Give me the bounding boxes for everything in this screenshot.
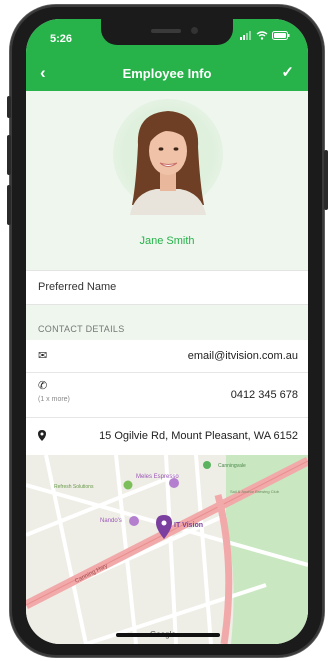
park-marker[interactable] <box>203 461 211 469</box>
app-screen: 5:26 ‹ Employee Info ✓ Jane Smith Prefer… <box>26 19 308 644</box>
map-label-itvision: IT Vision <box>174 522 203 529</box>
mute-switch <box>7 96 11 118</box>
map-label-refresh: Refresh Solutions <box>54 484 94 490</box>
status-time: 5:26 <box>50 33 73 45</box>
map-canvas[interactable]: Meles Espresso Refresh Solutions Nando's… <box>26 455 308 644</box>
envelope-icon: ✉ <box>38 350 48 362</box>
contact-details-heading: CONTACT DETAILS <box>38 324 125 334</box>
volume-up-button <box>7 135 11 175</box>
battery-icon <box>272 31 290 40</box>
home-indicator[interactable] <box>116 633 220 637</box>
status-bar: 5:26 <box>26 19 308 55</box>
address-value[interactable]: 15 Ogilvie Rd, Mount Pleasant, WA 6152 <box>99 430 298 442</box>
phone-value[interactable]: 0412 345 678 <box>231 389 298 401</box>
phone-icon: ✆ <box>38 380 48 392</box>
status-icons <box>240 31 290 40</box>
location-map[interactable]: Meles Espresso Refresh Solutions Nando's… <box>26 455 308 644</box>
location-pin-icon <box>38 430 46 441</box>
map-label-nandos: Nando's <box>100 518 122 524</box>
preferred-name-label: Preferred Name <box>38 281 117 293</box>
volume-down-button <box>7 185 11 225</box>
refresh-marker[interactable] <box>123 480 133 490</box>
phone-more-label[interactable]: (1 x more) <box>38 396 70 403</box>
address-row[interactable]: 15 Ogilvie Rd, Mount Pleasant, WA 6152 <box>26 418 308 456</box>
email-row[interactable]: ✉ email@itvision.com.au <box>26 340 308 373</box>
navbar: ‹ Employee Info ✓ <box>26 55 308 91</box>
phone-row[interactable]: ✆ (1 x more) 0412 345 678 <box>26 373 308 418</box>
email-value[interactable]: email@itvision.com.au <box>188 350 298 362</box>
speaker <box>151 29 181 33</box>
preferred-name-field[interactable]: Preferred Name <box>26 270 308 305</box>
avatar[interactable] <box>126 105 210 215</box>
map-label-canningvale: Canningvale <box>218 463 246 469</box>
wifi-icon <box>256 31 268 40</box>
nandos-marker[interactable] <box>129 516 139 526</box>
profile-name: Jane Smith <box>139 235 195 247</box>
map-label-brewing: Sail & Anchor Brewing Club <box>230 489 280 494</box>
map-label-melee: Meles Espresso <box>136 474 179 480</box>
profile-header: Jane Smith <box>26 91 308 261</box>
power-button <box>324 150 328 210</box>
checkmark-icon[interactable]: ✓ <box>281 63 294 81</box>
front-camera <box>191 27 198 34</box>
notch <box>101 19 233 45</box>
page-title: Employee Info <box>122 66 212 81</box>
signal-icon <box>240 31 251 40</box>
